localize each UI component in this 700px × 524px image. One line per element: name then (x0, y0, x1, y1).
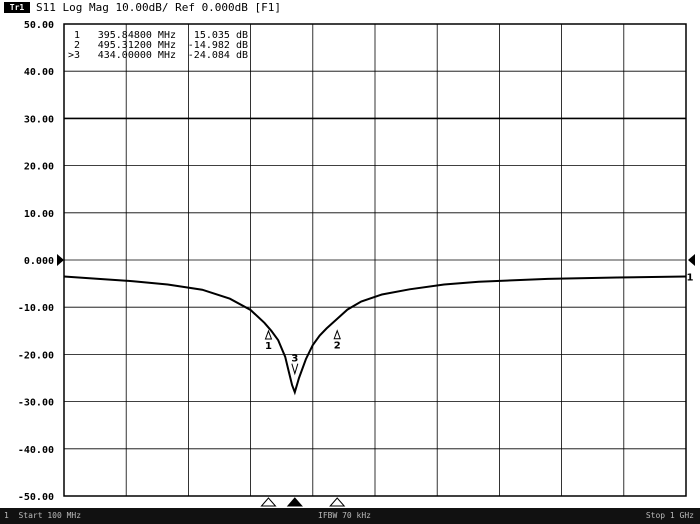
reference-arrows: 1 (57, 254, 695, 284)
y-tick-label: 30.00 (24, 114, 54, 125)
marker-1-label: 1 (265, 341, 272, 352)
s11-plot[interactable]: 50.00 40.00 30.00 20.00 10.00 0.000 -10.00 -20.… (0, 0, 700, 524)
stimulus-markers (260, 497, 346, 507)
start-frequency-label[interactable]: 1 Start 100 MHz (4, 508, 81, 524)
y-tick-label: 20.00 (24, 162, 54, 173)
marker-table: 1 395.84800 MHz 15.035 dB2 495.31200 MHz -14… (68, 30, 248, 61)
end-marker-label: 1 (687, 273, 694, 284)
y-tick-label: 50.00 (24, 20, 54, 31)
marker-2-label: 2 (334, 341, 341, 352)
y-tick-label: -20.00 (18, 350, 54, 361)
y-tick-label: 40.00 (24, 67, 54, 78)
y-tick-label: -30.00 (18, 398, 54, 409)
y-axis-labels: 50.00 40.00 30.00 20.00 10.00 0.000 -10.00 -20.… (18, 20, 54, 503)
marker-table-frequency: 434.00000 MHz (98, 50, 176, 61)
stimulus-marker-icon (260, 497, 277, 507)
marker-3-label: 3 (291, 354, 298, 365)
y-tick-label: 0.000 (24, 256, 54, 267)
marker-1-triangle-icon (264, 329, 273, 340)
stimulus-footer: 1 Start 100 MHz IFBW 70 kHz Stop 1 GHz (0, 508, 700, 524)
y-tick-label: -50.00 (18, 492, 54, 503)
grid (63, 23, 687, 497)
reference-level-left-arrow-icon (57, 254, 64, 266)
active-stimulus-marker-icon (286, 497, 303, 507)
marker-table-value: -24.084 dB (188, 50, 248, 61)
marker-table-id: >3 (68, 50, 80, 61)
y-tick-label: -10.00 (18, 303, 54, 314)
y-tick-label: -40.00 (18, 445, 54, 456)
marker-2-triangle-icon (333, 329, 341, 340)
marker-3-pointer-icon (291, 363, 299, 376)
stimulus-marker-icon (329, 497, 346, 507)
stop-frequency-label[interactable]: Stop 1 GHz (646, 508, 694, 524)
y-tick-label: 10.00 (24, 209, 54, 220)
reference-level-right-arrow-icon (688, 254, 695, 266)
ifbw-label[interactable]: IFBW 70 kHz (318, 508, 371, 524)
